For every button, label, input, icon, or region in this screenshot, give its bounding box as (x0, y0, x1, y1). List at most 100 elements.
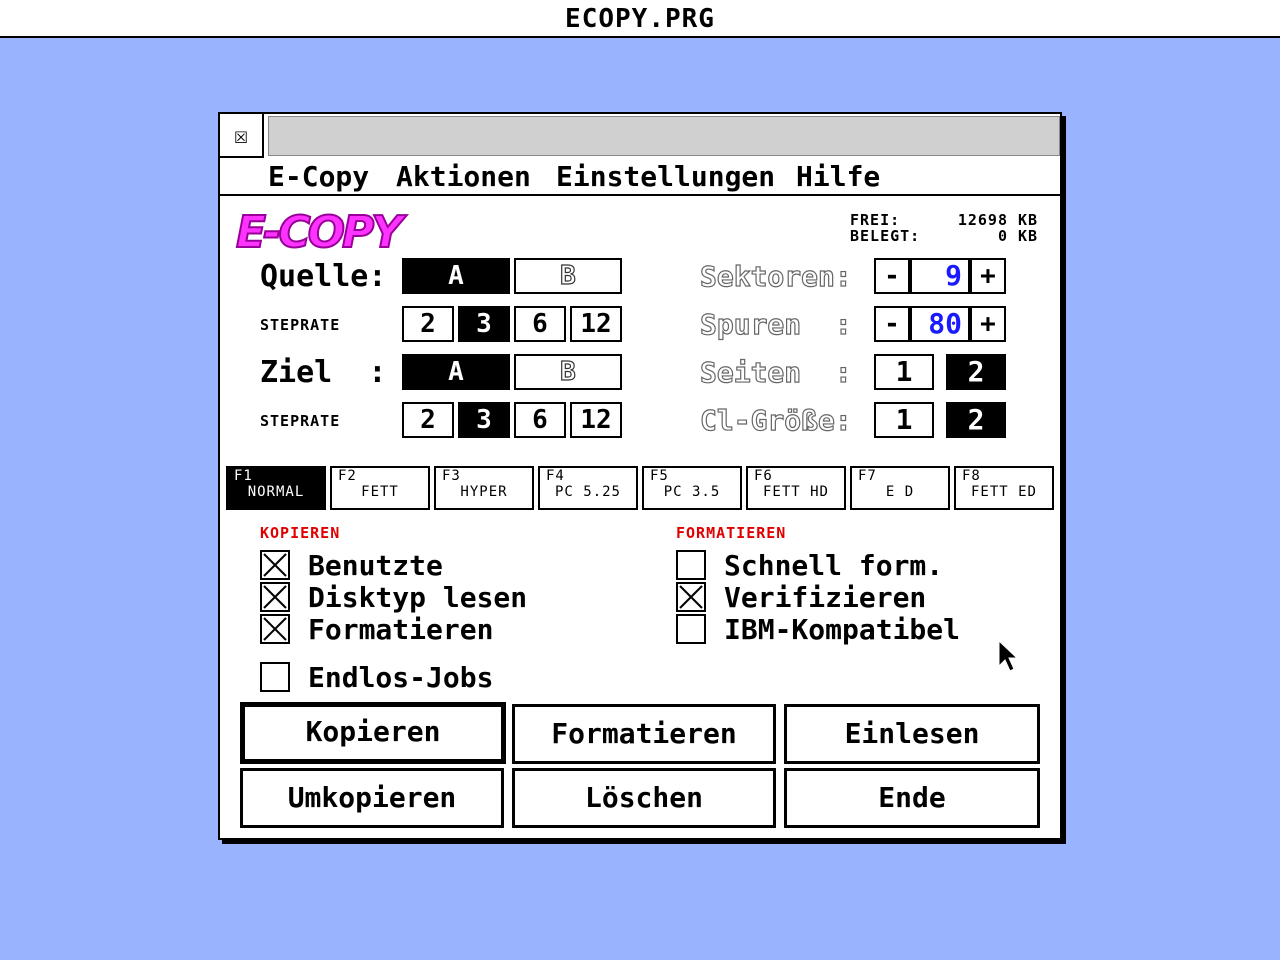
check-x-icon (679, 585, 703, 609)
steprate-value: 12 (580, 405, 612, 435)
window-close-button[interactable]: ☒ (220, 114, 264, 158)
target-steprate-2[interactable]: 2 (402, 402, 454, 438)
source-drive-a[interactable]: A (402, 258, 510, 294)
source-steprate-6[interactable]: 6 (514, 306, 566, 342)
label-verifizieren[interactable]: Verifizieren (724, 582, 926, 614)
ecopy-window: ☒ E-Copy Aktionen Einstellungen Hilfe E-… (218, 112, 1062, 840)
checkbox-formatieren-copy[interactable] (260, 614, 290, 644)
check-x-icon (263, 617, 287, 641)
check-x-icon (263, 585, 287, 609)
umkopieren-button[interactable]: Umkopieren (240, 768, 504, 828)
sektoren-value[interactable]: 9 (910, 258, 970, 294)
checkbox-disktyp-lesen[interactable] (260, 582, 290, 612)
source-drive-b[interactable]: B (514, 258, 622, 294)
label-endlos-jobs[interactable]: Endlos-Jobs (308, 662, 493, 694)
preset-f5-pc35[interactable]: F5 PC 3.5 (642, 466, 742, 510)
cluster-size-label: Cl-Größe: (699, 403, 852, 437)
preset-f7-ed[interactable]: F7 E D (850, 466, 950, 510)
ende-button[interactable]: Ende (784, 768, 1040, 828)
checkbox-benutzte[interactable] (260, 550, 290, 580)
label-schnell-form[interactable]: Schnell form. (724, 550, 943, 582)
fkey-label: FETT (361, 484, 399, 500)
spuren-number: 80 (928, 307, 962, 340)
sektoren-number: 9 (945, 259, 962, 292)
label-formatieren-copy[interactable]: Formatieren (308, 614, 493, 646)
label-ibm-kompatibel[interactable]: IBM-Kompatibel (724, 614, 960, 646)
checkbox-verifizieren[interactable] (676, 582, 706, 612)
fkey-label: PC 3.5 (663, 484, 721, 500)
drive-label: A (448, 261, 464, 291)
spuren-minus-button[interactable]: - (874, 306, 910, 342)
kopieren-button[interactable]: Kopieren (240, 702, 506, 764)
sektoren-minus-button[interactable]: - (874, 258, 910, 294)
seiten-label: Seiten : (699, 355, 852, 389)
source-steprate-2[interactable]: 2 (402, 306, 454, 342)
seiten-option-2[interactable]: 2 (946, 354, 1006, 390)
option-label: 2 (967, 403, 985, 436)
label-disktyp-lesen[interactable]: Disktyp lesen (308, 582, 527, 614)
option-label: 1 (895, 355, 913, 388)
menu-e-copy[interactable]: E-Copy (268, 160, 369, 194)
check-x-icon (263, 553, 287, 577)
label-benutzte[interactable]: Benutzte (308, 550, 443, 582)
fkey-label: FETT ED (970, 484, 1037, 500)
spuren-plus-button[interactable]: + (970, 306, 1006, 342)
checkbox-schnell-form[interactable] (676, 550, 706, 580)
target-drive-b[interactable]: B (514, 354, 622, 390)
fkey-label: E D (885, 484, 915, 500)
target-drive-a[interactable]: A (402, 354, 510, 390)
steprate-value: 3 (476, 309, 492, 339)
seiten-option-1[interactable]: 1 (874, 354, 934, 390)
steprate-value: 12 (580, 309, 612, 339)
memory-frei-value: 12698 (957, 211, 1008, 229)
fkey-label: HYPER (460, 484, 508, 500)
minus-icon: - (884, 261, 900, 291)
spuren-value[interactable]: 80 (910, 306, 970, 342)
memory-belegt-unit: KB (1018, 227, 1039, 245)
fkey-id: F7 (858, 468, 877, 484)
source-steprate-12[interactable]: 12 (570, 306, 622, 342)
cluster-option-1[interactable]: 1 (874, 402, 934, 438)
preset-f1-normal[interactable]: F1 NORMAL (226, 466, 326, 510)
target-steprate-3[interactable]: 3 (458, 402, 510, 438)
minus-icon: - (884, 309, 900, 339)
sektoren-label: Sektoren: (699, 259, 852, 293)
memory-belegt-value: 0 (997, 227, 1008, 245)
preset-f2-fett[interactable]: F2 FETT (330, 466, 430, 510)
fkey-id: F2 (338, 468, 357, 484)
steprate-value: 6 (532, 309, 548, 339)
source-steprate-3[interactable]: 3 (458, 306, 510, 342)
preset-f8-fett-ed[interactable]: F8 FETT ED (954, 466, 1054, 510)
fkey-id: F5 (650, 468, 669, 484)
fkey-id: F4 (546, 468, 565, 484)
steprate-value: 6 (532, 405, 548, 435)
close-icon: ☒ (233, 121, 249, 149)
preset-f4-pc525[interactable]: F4 PC 5.25 (538, 466, 638, 510)
memory-frei-unit: KB (1018, 211, 1039, 229)
preset-f3-hyper[interactable]: F3 HYPER (434, 466, 534, 510)
formatieren-button[interactable]: Formatieren (512, 704, 776, 764)
option-label: 1 (895, 403, 913, 436)
loeschen-button[interactable]: Löschen (512, 768, 776, 828)
source-label: Quelle: (260, 259, 387, 294)
preset-f6-fett-hd[interactable]: F6 FETT HD (746, 466, 846, 510)
cluster-option-2[interactable]: 2 (946, 402, 1006, 438)
option-label: 2 (967, 355, 985, 388)
window-title-bar[interactable] (268, 116, 1060, 156)
target-steprate-6[interactable]: 6 (514, 402, 566, 438)
plus-icon: + (980, 261, 996, 291)
checkbox-ibm-kompatibel[interactable] (676, 614, 706, 644)
menu-einstellungen[interactable]: Einstellungen (556, 160, 775, 194)
einlesen-button[interactable]: Einlesen (784, 704, 1040, 764)
menu-hilfe[interactable]: Hilfe (796, 160, 880, 194)
memory-frei-label: FREI: (850, 211, 901, 229)
checkbox-endlos-jobs[interactable] (260, 662, 290, 692)
menu-aktionen[interactable]: Aktionen (396, 160, 531, 194)
memory-belegt-label: BELEGT: (850, 227, 921, 245)
sektoren-plus-button[interactable]: + (970, 258, 1006, 294)
fkey-id: F8 (962, 468, 981, 484)
ecopy-logo: E-COPY (235, 207, 404, 258)
drive-label: B (560, 356, 577, 387)
target-steprate-12[interactable]: 12 (570, 402, 622, 438)
spuren-label: Spuren : (699, 307, 852, 341)
